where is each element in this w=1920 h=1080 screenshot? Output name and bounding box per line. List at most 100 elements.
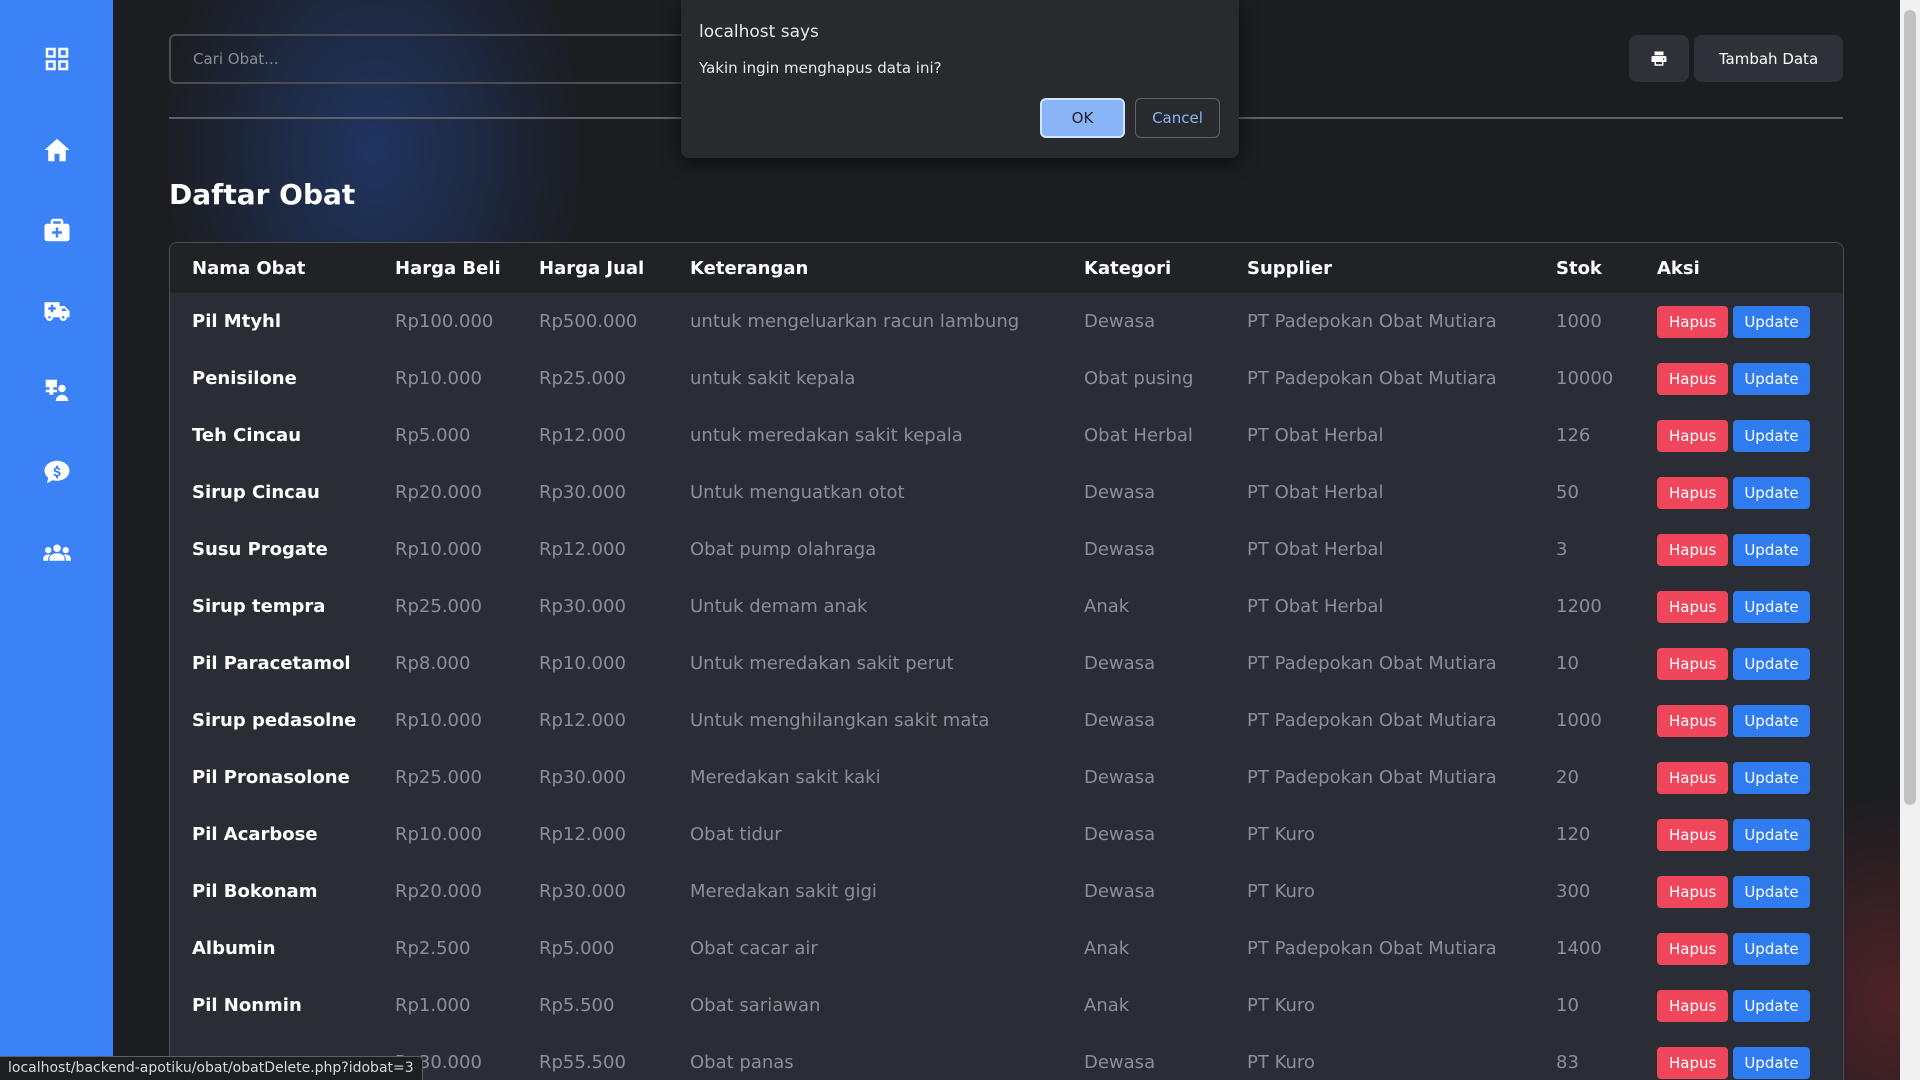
update-button[interactable]: Update: [1733, 476, 1810, 509]
delete-button[interactable]: Hapus: [1657, 533, 1729, 566]
update-button[interactable]: Update: [1733, 362, 1810, 395]
cell-nama-obat: Sirup tempra: [192, 596, 326, 617]
delete-button[interactable]: Hapus: [1657, 761, 1729, 794]
col-kategori: Kategori: [1084, 257, 1172, 279]
delete-button[interactable]: Hapus: [1657, 476, 1729, 509]
cell-stok: 1000: [1556, 311, 1602, 332]
update-button[interactable]: Update: [1733, 932, 1810, 965]
cell-harga-beli: Rp1.000: [395, 995, 471, 1016]
status-url: localhost/backend-apotiku/obat/obatDelet…: [0, 1056, 423, 1080]
update-button[interactable]: Update: [1733, 590, 1810, 623]
cell-harga-beli: Rp25.000: [395, 596, 482, 617]
update-button[interactable]: Update: [1733, 761, 1810, 794]
cell-harga-jual: Rp30.000: [539, 596, 626, 617]
cell-aksi: Hapus Update: [1635, 863, 1843, 920]
cell-keterangan: Obat cacar air: [690, 938, 818, 959]
cell-kategori: Anak: [1084, 596, 1130, 617]
sidebar-item-transaksi[interactable]: [0, 446, 113, 498]
delete-button[interactable]: Hapus: [1657, 704, 1729, 737]
table-row: Pil Pronasolone Rp25.000 Rp30.000 Meredakan…: [170, 749, 1843, 806]
page-scrollbar[interactable]: [1900, 0, 1920, 1080]
cell-harga-jual: Rp10.000: [539, 653, 626, 674]
cell-stok: 50: [1556, 482, 1579, 503]
cell-harga-jual: Rp55.500: [539, 1052, 626, 1073]
table-header-row: Nama Obat Harga Beli Harga Jual Keterang…: [170, 243, 1843, 293]
cell-stok: 83: [1556, 1052, 1579, 1073]
cell-supplier: PT Obat Herbal: [1247, 539, 1384, 560]
cell-aksi: Hapus Update: [1635, 806, 1843, 863]
row-actions: Hapus Update: [1657, 362, 1843, 395]
delete-button[interactable]: Hapus: [1657, 932, 1729, 965]
cell-aksi: Hapus Update: [1635, 464, 1843, 521]
medkit-icon: [44, 218, 69, 242]
sidebar-item-users[interactable]: [0, 526, 113, 578]
ok-button[interactable]: OK: [1040, 98, 1125, 138]
cell-supplier: PT Padepokan Obat Mutiara: [1247, 767, 1497, 788]
sidebar-item-obat[interactable]: [0, 204, 113, 256]
sidebar-item-supplier[interactable]: [0, 285, 113, 337]
cell-nama-obat: Pil Nonmin: [192, 995, 302, 1016]
delete-button[interactable]: Hapus: [1657, 362, 1729, 395]
cell-aksi: Hapus Update: [1635, 920, 1843, 977]
row-actions: Hapus Update: [1657, 533, 1843, 566]
sidebar-item-home[interactable]: [0, 124, 113, 176]
cell-supplier: PT Kuro: [1247, 995, 1315, 1016]
cell-stok: 10: [1556, 653, 1579, 674]
delete-button[interactable]: Hapus: [1657, 419, 1729, 452]
table-row: Pil Nonmin Rp1.000 Rp5.500 Obat sariawan Ana…: [170, 977, 1843, 1034]
cell-keterangan: Untuk demam anak: [690, 596, 868, 617]
update-button[interactable]: Update: [1733, 305, 1810, 338]
sidebar-item-pelanggan[interactable]: [0, 365, 113, 417]
cell-kategori: Obat Herbal: [1084, 425, 1193, 446]
row-actions: Hapus Update: [1657, 761, 1843, 794]
cell-kategori: Dewasa: [1084, 767, 1156, 788]
cell-harga-beli: Rp10.000: [395, 710, 482, 731]
cell-kategori: Anak: [1084, 995, 1130, 1016]
cell-keterangan: Untuk menguatkan otot: [690, 482, 905, 503]
cell-supplier: PT Padepokan Obat Mutiara: [1247, 368, 1497, 389]
search-input[interactable]: [169, 34, 749, 84]
cell-aksi: Hapus Update: [1635, 293, 1843, 350]
update-button[interactable]: Update: [1733, 818, 1810, 851]
update-button[interactable]: Update: [1733, 419, 1810, 452]
cell-kategori: Anak: [1084, 938, 1130, 959]
cell-harga-beli: Rp2.500: [395, 938, 471, 959]
add-data-button[interactable]: Tambah Data: [1694, 35, 1843, 82]
cell-stok: 10000: [1556, 368, 1614, 389]
cell-harga-jual: Rp12.000: [539, 710, 626, 731]
update-button[interactable]: Update: [1733, 1046, 1810, 1079]
cancel-button[interactable]: Cancel: [1135, 98, 1220, 138]
delete-button[interactable]: Hapus: [1657, 647, 1729, 680]
row-actions: Hapus Update: [1657, 419, 1843, 452]
update-button[interactable]: Update: [1733, 704, 1810, 737]
cell-keterangan: Untuk menghilangkan sakit mata: [690, 710, 990, 731]
delete-button[interactable]: Hapus: [1657, 875, 1729, 908]
print-button[interactable]: [1629, 35, 1689, 82]
update-button[interactable]: Update: [1733, 533, 1810, 566]
cell-supplier: PT Kuro: [1247, 824, 1315, 845]
scrollbar-thumb[interactable]: [1904, 10, 1916, 805]
cell-supplier: PT Kuro: [1247, 1052, 1315, 1073]
delete-button[interactable]: Hapus: [1657, 989, 1729, 1022]
delete-button[interactable]: Hapus: [1657, 1046, 1729, 1079]
sidebar-item-dashboard[interactable]: [0, 33, 113, 85]
cell-kategori: Dewasa: [1084, 1052, 1156, 1073]
table-body: Pil Mtyhl Rp100.000 Rp500.000 untuk mengelu…: [170, 293, 1843, 1080]
delete-button[interactable]: Hapus: [1657, 818, 1729, 851]
cell-stok: 120: [1556, 824, 1591, 845]
cell-supplier: PT Padepokan Obat Mutiara: [1247, 710, 1497, 731]
delete-button[interactable]: Hapus: [1657, 590, 1729, 623]
cell-kategori: Dewasa: [1084, 311, 1156, 332]
cell-harga-jual: Rp25.000: [539, 368, 626, 389]
update-button[interactable]: Update: [1733, 647, 1810, 680]
update-button[interactable]: Update: [1733, 989, 1810, 1022]
main-content: Tambah Data Daftar Obat Nama Obat Harga …: [113, 0, 1900, 1080]
row-actions: Hapus Update: [1657, 590, 1843, 623]
cell-keterangan: Obat sariawan: [690, 995, 821, 1016]
cell-stok: 300: [1556, 881, 1591, 902]
delete-button[interactable]: Hapus: [1657, 305, 1729, 338]
cell-harga-beli: Rp10.000: [395, 824, 482, 845]
table-row: Sirup pedasolne Rp10.000 Rp12.000 Untuk men…: [170, 692, 1843, 749]
update-button[interactable]: Update: [1733, 875, 1810, 908]
dialog-title: localhost says: [699, 22, 819, 42]
